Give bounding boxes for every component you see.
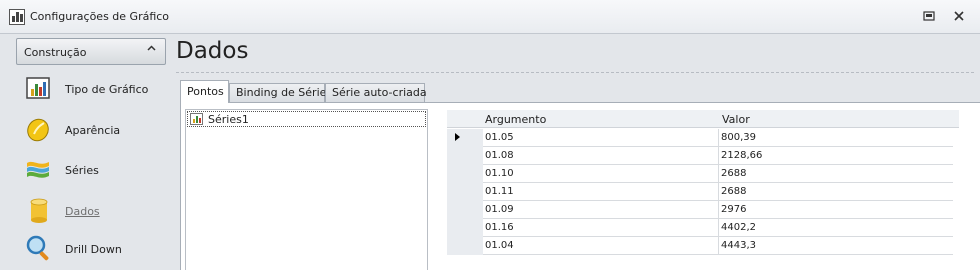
main-panel: Dados Pontos Binding de Séries Série aut… xyxy=(170,34,980,270)
sidebar-item-drill-down[interactable]: Drill Down xyxy=(25,234,165,266)
table-row[interactable]: 01.09 2976 xyxy=(447,201,959,219)
restore-icon[interactable] xyxy=(920,9,938,25)
sidebar-item-label: Drill Down xyxy=(65,243,122,256)
appearance-icon xyxy=(25,115,53,143)
argument-cell[interactable]: 01.08 xyxy=(483,147,719,165)
sidebar-item-label: Aparência xyxy=(65,124,121,137)
close-icon[interactable] xyxy=(950,9,968,25)
value-cell[interactable]: 2688 xyxy=(719,165,953,183)
series-name: Séries1 xyxy=(208,113,249,126)
sidebar-item-label: Séries xyxy=(65,164,99,177)
row-indicator xyxy=(447,147,483,165)
table-row[interactable]: 01.10 2688 xyxy=(447,165,959,183)
argument-cell[interactable]: 01.10 xyxy=(483,165,719,183)
table-row[interactable]: 01.16 4402,2 xyxy=(447,219,959,237)
argument-cell[interactable]: 01.11 xyxy=(483,183,719,201)
argument-cell[interactable]: 01.04 xyxy=(483,237,719,255)
points-grid: Argumento Valor 01.05 800,39 01.08 2128,… xyxy=(447,110,959,270)
value-cell[interactable]: 2128,66 xyxy=(719,147,953,165)
window-title: Configurações de Gráfico xyxy=(30,10,170,23)
app-chart-icon xyxy=(9,9,25,25)
list-item[interactable]: Séries1 xyxy=(187,111,426,127)
chart-type-icon xyxy=(25,74,53,102)
table-row[interactable]: 01.04 4443,3 xyxy=(447,237,959,255)
table-row[interactable]: 01.11 2688 xyxy=(447,183,959,201)
sidebar-item-label: Tipo de Gráfico xyxy=(65,83,149,96)
tab-content-panel: Séries1 Argumento Valor 01.05 800,39 01.… xyxy=(180,102,980,270)
table-row[interactable]: 01.05 800,39 xyxy=(447,129,959,147)
data-icon xyxy=(25,196,53,224)
sidebar-item-data[interactable]: Dados xyxy=(25,196,165,228)
row-indicator xyxy=(447,165,483,183)
tab-binding-de-series[interactable]: Binding de Séries xyxy=(229,83,332,102)
column-header-valor[interactable]: Valor xyxy=(722,113,750,126)
series-list[interactable]: Séries1 xyxy=(185,109,428,270)
value-cell[interactable]: 2976 xyxy=(719,201,953,219)
construction-group-header[interactable]: Construção xyxy=(16,38,166,65)
sidebar-item-chart-type[interactable]: Tipo de Gráfico xyxy=(25,74,165,106)
group-label: Construção xyxy=(24,46,87,59)
tab-serie-auto-criada[interactable]: Série auto-criada xyxy=(325,83,427,102)
tab-pontos[interactable]: Pontos xyxy=(180,80,229,103)
sidebar: Construção Tipo de Gráfico Aparência Sér… xyxy=(0,34,170,270)
series-icon xyxy=(25,155,53,183)
row-indicator xyxy=(447,129,483,147)
column-header-argumento[interactable]: Argumento xyxy=(485,113,546,126)
sidebar-item-series[interactable]: Séries xyxy=(25,155,165,187)
row-indicator xyxy=(447,183,483,201)
title-divider xyxy=(176,72,974,73)
value-cell[interactable]: 800,39 xyxy=(719,129,953,147)
argument-cell[interactable]: 01.16 xyxy=(483,219,719,237)
value-cell[interactable]: 2688 xyxy=(719,183,953,201)
sidebar-item-label: Dados xyxy=(65,205,100,218)
series-chart-icon xyxy=(190,113,203,125)
window-titlebar: Configurações de Gráfico xyxy=(0,0,980,34)
value-cell[interactable]: 4402,2 xyxy=(719,219,953,237)
row-indicator xyxy=(447,201,483,219)
argument-cell[interactable]: 01.05 xyxy=(483,129,719,147)
row-indicator xyxy=(447,237,483,255)
page-title: Dados xyxy=(176,38,249,64)
current-row-arrow-icon xyxy=(455,133,460,141)
argument-cell[interactable]: 01.09 xyxy=(483,201,719,219)
chevron-up-icon xyxy=(147,43,156,56)
value-cell[interactable]: 4443,3 xyxy=(719,237,953,255)
table-row[interactable]: 01.08 2128,66 xyxy=(447,147,959,165)
grid-header: Argumento Valor xyxy=(447,110,959,128)
sidebar-item-appearance[interactable]: Aparência xyxy=(25,115,165,147)
drill-down-icon xyxy=(25,234,53,262)
row-indicator xyxy=(447,219,483,237)
